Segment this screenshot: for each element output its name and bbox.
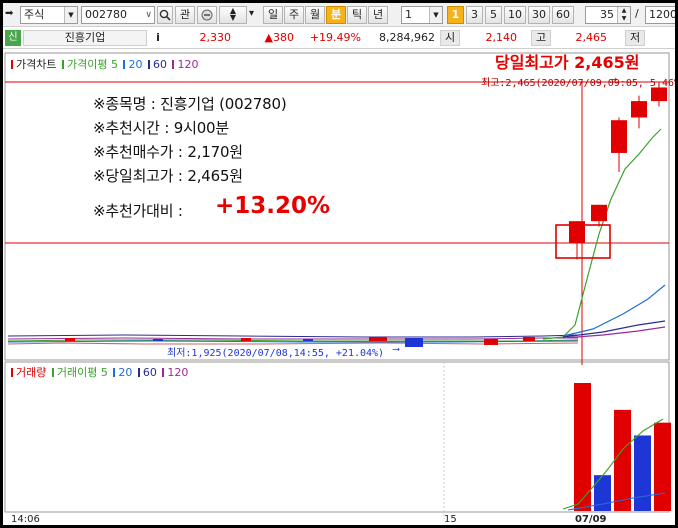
annotation-stock-name: ※종목명 : 진흥기업 (002780) <box>93 95 287 113</box>
market-select[interactable]: 주식 ▼ <box>20 6 78 24</box>
x-axis-label-mid: 15 <box>444 514 457 525</box>
volume-legend: 거래량 거래이평 5 20 60 120 <box>9 365 188 381</box>
high-note: 최고:2,465(2020/07/09,09:05, 5.46%) <box>481 78 675 89</box>
period-day[interactable]: 일 <box>263 6 283 24</box>
candle[interactable] <box>591 204 607 222</box>
spin-down-icon: ▼ <box>229 13 237 22</box>
candle[interactable] <box>569 221 585 243</box>
total-input[interactable]: 1200 <box>645 6 675 24</box>
count-input[interactable]: 35 ▲ ▼ <box>585 6 631 24</box>
chevron-down-icon: ∨ <box>145 10 152 20</box>
legend-marker <box>11 60 13 69</box>
legend-marker <box>123 60 126 69</box>
period-minute[interactable]: 분 <box>326 6 346 24</box>
x-axis-label-start: 14:06 <box>11 514 40 525</box>
legend-vol-ma5[interactable]: 거래이평 5 <box>57 366 108 379</box>
legend-vol-ma60[interactable]: 60 <box>143 366 157 379</box>
spinner-icon: ▲ ▼ <box>617 7 630 23</box>
minute-1-button[interactable]: 1 <box>447 6 464 24</box>
legend-ma20[interactable]: 20 <box>128 58 142 71</box>
unit-select[interactable]: 1 ▼ <box>401 6 443 24</box>
minute-10-button[interactable]: 10 <box>504 6 526 24</box>
arrow-right-icon: → <box>611 74 618 85</box>
legend-marker <box>61 60 64 69</box>
minute-30-button[interactable]: 30 <box>528 6 550 24</box>
low-label: 저 <box>625 30 645 46</box>
legend-marker <box>11 368 13 377</box>
code-value: 002780 <box>85 8 127 21</box>
toolbar: ➡ 주식 ▼ 002780 ∨ 관 ▲ ▼ ▾ 일 주 월 분 틱 년 1 ▼ 1… <box>3 3 675 27</box>
open-value: 2,140 <box>485 31 518 44</box>
legend-marker <box>113 368 116 377</box>
volume-bar[interactable] <box>614 409 631 511</box>
minute-3-button[interactable]: 3 <box>466 6 483 24</box>
spin-button[interactable]: ▲ ▼ <box>219 6 247 24</box>
legend-ma5[interactable]: 가격이평 5 <box>67 58 118 71</box>
magnifier-icon <box>159 9 171 21</box>
new-badge: 신 <box>5 30 21 46</box>
current-price: 2,330 <box>199 31 232 44</box>
link-icon <box>201 9 213 21</box>
link-button[interactable] <box>197 6 217 24</box>
volume-value: 8,284,962 <box>379 31 435 44</box>
period-month[interactable]: 월 <box>305 6 325 24</box>
slash-label: / <box>635 7 639 20</box>
stock-name[interactable]: 진흥기업 <box>23 30 147 46</box>
legend-vol-ma20[interactable]: 20 <box>118 366 132 379</box>
legend-marker <box>172 60 175 69</box>
annotation-compare-label: ※추천가대비 : <box>93 202 183 220</box>
market-value: 주식 <box>24 8 45 21</box>
chart-window: ➡ 주식 ▼ 002780 ∨ 관 ▲ ▼ ▾ 일 주 월 분 틱 년 1 ▼ 1… <box>3 3 675 525</box>
unit-value: 1 <box>405 8 412 21</box>
low-note: 최저:1,925(2020/07/08,14:55, +21.04%) <box>167 348 385 359</box>
annotation-compare-value: +13.20% <box>215 193 331 219</box>
candle[interactable] <box>611 120 627 153</box>
minute-5-button[interactable]: 5 <box>485 6 502 24</box>
high-value: 2,465 <box>575 31 608 44</box>
period-tick[interactable]: 틱 <box>347 6 367 24</box>
legend-marker <box>137 368 140 377</box>
high-label: 고 <box>531 30 551 46</box>
search-button[interactable] <box>157 6 173 24</box>
code-input[interactable]: 002780 ∨ <box>81 6 155 24</box>
quote-bar: 신 진흥기업 i 2,330 ▲380 +19.49% 8,284,962 시 … <box>3 27 675 49</box>
annotation-day-high: ※당일최고가 : 2,465원 <box>93 167 243 185</box>
legend-volume-title[interactable]: 거래량 <box>16 366 46 379</box>
annotation-recommend-price: ※추천매수가 : 2,170원 <box>93 143 243 161</box>
chevron-down-icon[interactable]: ▾ <box>249 6 261 24</box>
candle[interactable] <box>651 87 667 102</box>
info-button[interactable]: i <box>149 30 167 46</box>
legend-marker <box>162 368 165 377</box>
price-change: ▲380 <box>264 31 294 44</box>
x-axis-label-date: 07/09 <box>575 514 607 525</box>
arrow-right-icon: ⟶ <box>393 344 400 355</box>
legend-marker <box>51 368 54 377</box>
watchlist-button[interactable]: 관 <box>175 6 195 24</box>
open-label: 시 <box>440 30 460 46</box>
chevron-down-icon: ▼ <box>429 7 442 23</box>
period-week[interactable]: 주 <box>284 6 304 24</box>
high-banner: 당일최고가 2,465원 <box>495 53 640 72</box>
legend-vol-ma120[interactable]: 120 <box>167 366 188 379</box>
period-year[interactable]: 년 <box>368 6 388 24</box>
legend-ma120[interactable]: 120 <box>177 58 198 71</box>
annotation-recommend-time: ※추천시간 : 9시00분 <box>93 119 229 137</box>
volume-panel-frame <box>4 361 670 513</box>
minute-60-button[interactable]: 60 <box>552 6 574 24</box>
legend-marker <box>147 60 150 69</box>
change-percent: +19.49% <box>309 31 361 44</box>
volume-bar[interactable] <box>654 422 671 511</box>
chevron-down-icon: ▼ <box>64 7 77 23</box>
count-value: 35 <box>600 8 614 21</box>
candle[interactable] <box>631 101 647 118</box>
legend-ma60[interactable]: 60 <box>153 58 167 71</box>
pin-icon[interactable]: ➡ <box>5 6 19 24</box>
legend-title[interactable]: 가격차트 <box>16 58 56 71</box>
volume-bar[interactable] <box>634 435 651 511</box>
price-legend: 가격차트 가격이평 5 20 60 120 <box>9 57 198 73</box>
